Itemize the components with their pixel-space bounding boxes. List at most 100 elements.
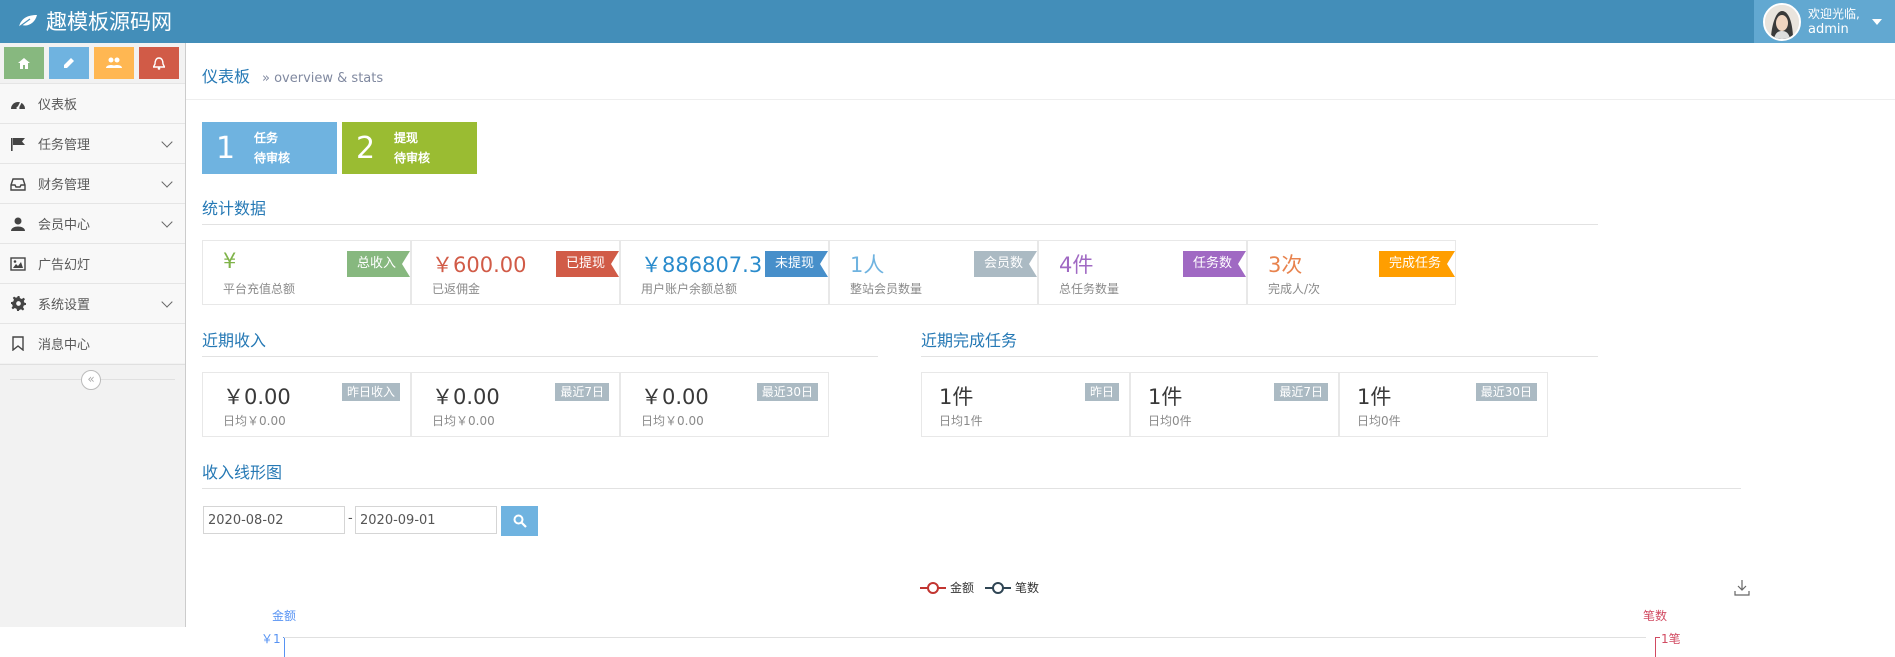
income-badge: 昨日收入 (341, 383, 400, 401)
top-navbar: 趣模板源码网 欢迎光临, admin (0, 0, 1895, 43)
income-7days: ￥0.00 日均￥0.00 最近7日 (411, 372, 620, 437)
stat-flag: 已提现 (556, 251, 619, 277)
gear-icon (9, 295, 27, 313)
chart-gridline (284, 637, 1646, 638)
legend-label: 笔数 (1015, 581, 1040, 595)
income-badge: 最近7日 (555, 383, 609, 401)
tasks-7days: 1件 日均0件 最近7日 (1130, 372, 1339, 437)
income-value: ￥0.00 (223, 385, 291, 409)
y-axis-left-line (284, 637, 285, 657)
tile-status: 待审核 (394, 151, 431, 165)
bell-icon (153, 56, 165, 70)
inbox-icon (9, 175, 27, 193)
y-axis-right-line (1655, 637, 1656, 657)
sidebar-item-label: 任务管理 (38, 138, 91, 153)
tile-status: 待审核 (254, 151, 291, 165)
stat-desc: 用户账户余额总额 (641, 282, 738, 296)
stat-desc: 已返佣金 (432, 282, 481, 296)
stat-completed: 3次 完成人/次 完成任务 (1247, 240, 1456, 305)
stat-flag: 未提现 (765, 251, 828, 277)
date-from-input[interactable] (203, 506, 345, 534)
income-badge: 最近30日 (756, 383, 818, 401)
download-chart-button[interactable] (1733, 579, 1751, 597)
legend-item-amount[interactable]: 金额 (920, 579, 974, 596)
recent-tasks-title: 近期完成任务 (921, 331, 1018, 350)
stat-desc: 总任务数量 (1059, 282, 1120, 296)
stat-value: ¥ (223, 249, 237, 273)
y-axis-left-name: 金额 (272, 609, 297, 623)
sidebar-item-dashboard[interactable]: 仪表板 (0, 83, 185, 123)
welcome-text: 欢迎光临, (1808, 6, 1860, 21)
stat-desc: 整站会员数量 (850, 282, 923, 296)
tasks-value: 1件 (939, 385, 974, 409)
sidebar-item-label: 广告幻灯 (38, 258, 91, 273)
dashboard-icon (9, 95, 27, 113)
date-separator: - (348, 511, 353, 526)
stat-value: 4件 (1059, 253, 1094, 277)
caret-down-icon[interactable] (1871, 18, 1882, 25)
sidebar-item-label: 财务管理 (38, 178, 91, 193)
legend-marker (920, 581, 946, 594)
sidebar-item-members[interactable]: 会员中心 (0, 203, 185, 243)
pending-tasks-tile[interactable]: 1 任务 待审核 (202, 122, 337, 174)
user-menu[interactable]: 欢迎光临, admin (1754, 0, 1895, 43)
y-axis-right-tick: 1笔 (1661, 632, 1681, 646)
income-desc: 日均￥0.00 (641, 414, 704, 428)
tasks-badge: 最近30日 (1475, 383, 1537, 401)
recent-income-title: 近期收入 (202, 331, 267, 350)
stat-total-income: ¥ 平台充值总额 总收入 (202, 240, 411, 305)
main-content: 仪表板 » overview & stats 1 任务 待审核 2 提现 待审核… (186, 43, 1895, 657)
sidebar-shortcuts (0, 43, 185, 83)
pencil-icon (64, 58, 74, 68)
stats-section-title: 统计数据 (202, 199, 267, 218)
shortcut-home-button[interactable] (4, 47, 44, 79)
tasks-desc: 日均0件 (1148, 414, 1192, 428)
tasks-value: 1件 (1357, 385, 1392, 409)
sidebar-item-ads[interactable]: 广告幻灯 (0, 243, 185, 283)
sidebar-item-label: 会员中心 (38, 218, 91, 233)
income-chart-title: 收入线形图 (202, 463, 283, 482)
shortcut-users-button[interactable] (94, 47, 134, 79)
bookmark-icon (9, 335, 27, 353)
flag-icon (9, 135, 27, 153)
sidebar-item-messages[interactable]: 消息中心 (0, 323, 185, 363)
stat-flag: 总收入 (347, 251, 410, 277)
tasks-desc: 日均1件 (939, 414, 983, 428)
tile-label: 任务 (254, 131, 279, 145)
page-title: 仪表板 (202, 67, 251, 86)
page-subtitle: » overview & stats (262, 71, 384, 86)
tasks-yesterday: 1件 日均1件 昨日 (921, 372, 1130, 437)
tasks-30days: 1件 日均0件 最近30日 (1339, 372, 1548, 437)
avatar (1763, 2, 1801, 41)
sidebar-item-label: 系统设置 (38, 298, 91, 313)
stat-not-withdrawn: ￥886807.3 用户账户余额总额 未提现 (620, 240, 829, 305)
sidebar-item-tasks[interactable]: 任务管理 (0, 123, 185, 163)
income-desc: 日均￥0.00 (223, 414, 286, 428)
pending-withdrawals-tile[interactable]: 2 提现 待审核 (342, 122, 477, 174)
y-axis-right-name: 笔数 (1643, 609, 1668, 623)
search-icon (513, 514, 527, 528)
income-yesterday: ￥0.00 日均￥0.00 昨日收入 (202, 372, 411, 437)
search-button[interactable] (501, 506, 538, 536)
shortcut-edit-button[interactable] (49, 47, 89, 79)
tile-number: 2 (356, 130, 376, 166)
date-to-input[interactable] (355, 506, 497, 534)
stat-value: ￥600.00 (432, 253, 527, 277)
sidebar-item-settings[interactable]: 系统设置 (0, 283, 185, 323)
tasks-badge: 最近7日 (1274, 383, 1328, 401)
tile-label: 提现 (394, 131, 419, 145)
sidebar-item-finance[interactable]: 财务管理 (0, 163, 185, 203)
legend-item-count[interactable]: 笔数 (985, 579, 1039, 596)
download-icon (1734, 580, 1750, 596)
shortcut-bell-button[interactable] (139, 47, 179, 79)
username: admin (1808, 21, 1849, 37)
stat-flag: 会员数 (974, 251, 1037, 277)
chevron-down-icon (161, 176, 173, 188)
collapse-sidebar-button[interactable]: « (81, 370, 101, 390)
income-30days: ￥0.00 日均￥0.00 最近30日 (620, 372, 829, 437)
tasks-badge: 昨日 (1084, 383, 1119, 401)
tasks-desc: 日均0件 (1357, 414, 1401, 428)
brand[interactable]: 趣模板源码网 (18, 6, 172, 36)
y-axis-right-tick-mark (1655, 637, 1660, 638)
picture-icon (9, 255, 27, 273)
